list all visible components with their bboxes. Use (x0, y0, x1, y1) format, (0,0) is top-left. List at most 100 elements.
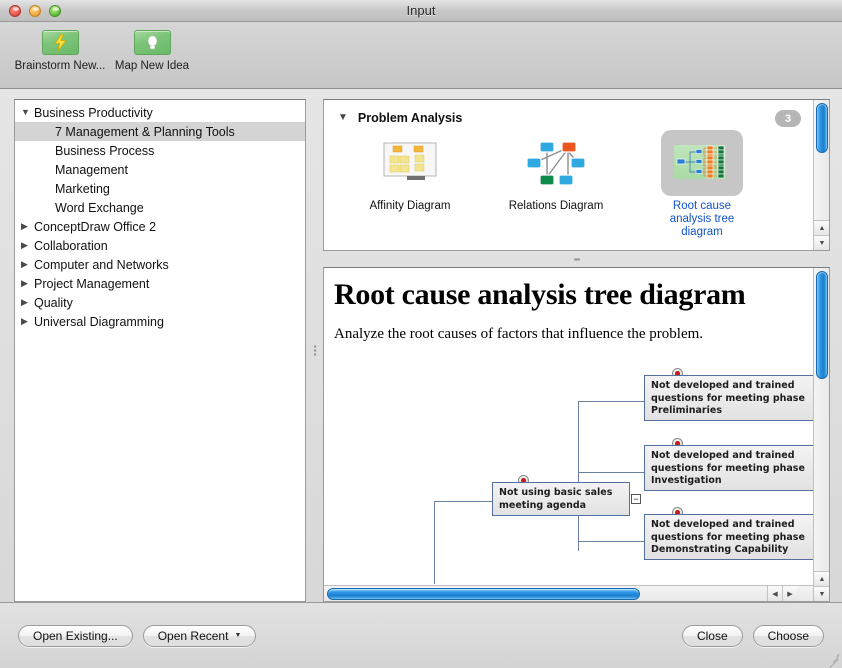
sidebar-item-label: 7 Management & Planning Tools (55, 125, 235, 139)
preview-vertical-scrollbar[interactable]: ▲ ▼ (813, 268, 829, 601)
chevron-right-icon[interactable]: ▶ (21, 241, 34, 250)
window-titlebar: Input (0, 0, 842, 22)
sidebar-item-label: Word Exchange (55, 201, 144, 215)
diagram-node-root[interactable]: Not using basic sales meeting agenda (492, 482, 630, 516)
preview-hscroll-thumb[interactable] (327, 588, 640, 600)
chevron-down-icon: ▼ (234, 632, 241, 639)
toolbar-item-label: Map New Idea (115, 60, 189, 72)
template-tile-root-cause-analysis-tree-diagram[interactable]: Root cause analysis tree diagram (652, 130, 752, 239)
splitter-grip-icon: ▪▪▪ (574, 255, 580, 264)
diagram-node-investigation[interactable]: Not developed and trained questions for … (644, 445, 813, 491)
preview-scroll-right-button[interactable]: ▶ (782, 586, 797, 601)
gallery-scroll-up-button[interactable]: ▲ (814, 220, 830, 235)
close-button-footer[interactable]: Close (682, 625, 743, 647)
splitter-grip-icon: ▪▪▪ (314, 345, 316, 357)
chevron-down-icon[interactable]: ▼ (21, 108, 34, 117)
main-toolbar: Brainstorm New... Map New Idea (0, 22, 842, 89)
sidebar-item-label: Management (55, 163, 128, 177)
relations-diagram-thumb (515, 130, 597, 196)
preview-scroll-left-button[interactable]: ◀ (767, 586, 782, 601)
template-group-title: Problem Analysis (358, 111, 462, 125)
connector-line (578, 401, 644, 402)
chevron-right-icon[interactable]: ▶ (21, 260, 34, 269)
sidebar-item-conceptdraw-office-2[interactable]: ▶ConceptDraw Office 2 (15, 217, 305, 236)
gallery-scroll-thumb[interactable] (816, 103, 828, 153)
chevron-right-icon[interactable]: ▶ (21, 279, 34, 288)
root-cause-tree-thumb (661, 130, 743, 196)
sidebar-item-label: Project Management (34, 277, 149, 291)
template-group-header[interactable]: ▼ Problem Analysis (324, 100, 813, 126)
chevron-right-icon[interactable]: ▶ (21, 317, 34, 326)
sidebar-item-quality[interactable]: ▶Quality (15, 293, 305, 312)
preview-scroll-buttons: ▲ ▼ (814, 571, 830, 601)
sidebar-item-7-management-planning-tools[interactable]: 7 Management & Planning Tools (15, 122, 305, 141)
sidebar-splitter[interactable]: ▪▪▪ (306, 99, 323, 602)
sidebar-item-business-process[interactable]: Business Process (15, 141, 305, 160)
preview-hscroll-buttons: ◀ ▶ (767, 586, 797, 601)
category-tree[interactable]: ▼Business Productivity 7 Management & Pla… (14, 99, 306, 602)
sidebar-item-business-productivity[interactable]: ▼Business Productivity (15, 103, 305, 122)
sidebar-item-label: Collaboration (34, 239, 108, 253)
preview-description: Analyze the root causes of factors that … (324, 312, 813, 343)
sidebar-item-label: Computer and Networks (34, 258, 169, 272)
preview-canvas: Root cause analysis tree diagram Analyze… (324, 268, 813, 585)
sidebar-item-label: Business Productivity (34, 106, 153, 120)
template-gallery: ▼ Problem Analysis 3 (323, 99, 830, 251)
open-recent-button[interactable]: Open Recent ▼ (143, 625, 257, 647)
sidebar-item-collaboration[interactable]: ▶Collaboration (15, 236, 305, 255)
preview-scroll-down-button[interactable]: ▼ (814, 586, 830, 601)
template-tile-label: Relations Diagram (509, 200, 604, 213)
toolbar-item-label: Brainstorm New... (15, 60, 106, 72)
right-column: ▼ Problem Analysis 3 (323, 99, 830, 602)
connector-line (578, 541, 644, 542)
chevron-right-icon[interactable]: ▶ (21, 222, 34, 231)
sidebar-item-project-management[interactable]: ▶Project Management (15, 274, 305, 293)
close-button[interactable] (9, 5, 21, 17)
template-tiles: Affinity Diagram (324, 126, 813, 239)
preview-title: Root cause analysis tree diagram (324, 268, 813, 312)
chevron-down-icon[interactable]: ▼ (338, 112, 348, 123)
gallery-scroll-down-button[interactable]: ▼ (814, 235, 830, 250)
gallery-preview-splitter[interactable]: ▪▪▪ (323, 251, 830, 267)
connector-line (434, 501, 492, 502)
category-sidebar-wrapper: ▼Business Productivity 7 Management & Pla… (14, 99, 306, 602)
preview-horizontal-scrollbar[interactable]: ◀ ▶ (324, 585, 813, 601)
root-cause-diagram: Not using basic sales meeting agenda − N… (324, 364, 813, 584)
lightbulb-icon (134, 30, 171, 55)
dialog-footer: Open Existing... Open Recent ▼ Close Cho… (0, 602, 842, 668)
template-tile-label: Affinity Diagram (370, 200, 451, 213)
sidebar-item-computer-and-networks[interactable]: ▶Computer and Networks (15, 255, 305, 274)
window-controls (0, 5, 61, 17)
connector-line (578, 401, 579, 551)
diagram-node-demonstrating-capability[interactable]: Not developed and trained questions for … (644, 514, 813, 560)
preview-scroll-thumb[interactable] (816, 271, 828, 379)
affinity-diagram-thumb (369, 130, 451, 196)
window-resize-grip[interactable] (827, 653, 840, 666)
template-gallery-inner: ▼ Problem Analysis 3 (324, 100, 813, 250)
sidebar-item-management[interactable]: Management (15, 160, 305, 179)
diagram-node-preliminaries[interactable]: Not developed and trained questions for … (644, 375, 813, 421)
sidebar-item-universal-diagramming[interactable]: ▶Universal Diagramming (15, 312, 305, 331)
template-tile-relations-diagram[interactable]: Relations Diagram (506, 130, 606, 239)
open-recent-label: Open Recent (158, 629, 229, 643)
sidebar-item-label: Universal Diagramming (34, 315, 164, 329)
zoom-button[interactable] (49, 5, 61, 17)
template-tile-label: Root cause analysis tree diagram (652, 200, 752, 239)
preview-scroll-up-button[interactable]: ▲ (814, 571, 830, 586)
toolbar-brainstorm-new-button[interactable]: Brainstorm New... (14, 30, 106, 72)
sidebar-item-label: ConceptDraw Office 2 (34, 220, 156, 234)
minimize-button[interactable] (29, 5, 41, 17)
sidebar-item-marketing[interactable]: Marketing (15, 179, 305, 198)
toolbar-map-new-idea-button[interactable]: Map New Idea (106, 30, 198, 72)
choose-button[interactable]: Choose (753, 625, 824, 647)
chevron-right-icon[interactable]: ▶ (21, 298, 34, 307)
sidebar-item-label: Quality (34, 296, 73, 310)
window-title: Input (0, 3, 842, 18)
sidebar-item-label: Business Process (55, 144, 154, 158)
template-tile-affinity-diagram[interactable]: Affinity Diagram (360, 130, 460, 239)
sidebar-item-word-exchange[interactable]: Word Exchange (15, 198, 305, 217)
node-collapse-toggle[interactable]: − (631, 494, 641, 504)
connector-line (578, 472, 644, 473)
open-existing-button[interactable]: Open Existing... (18, 625, 133, 647)
gallery-vertical-scrollbar[interactable]: ▲ ▼ (813, 100, 829, 250)
